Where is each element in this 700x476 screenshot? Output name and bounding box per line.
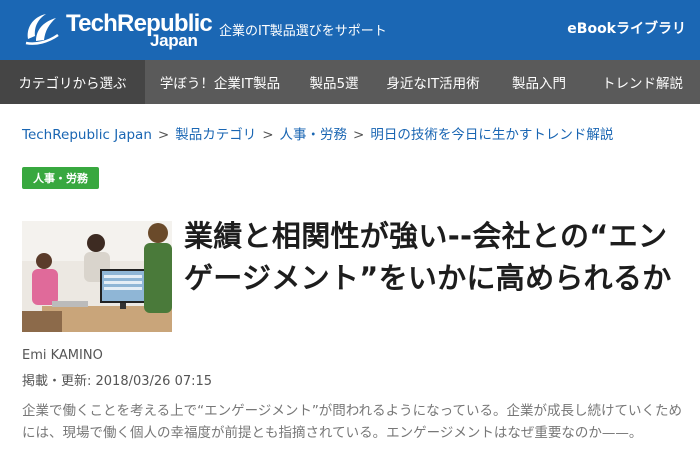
nav-item-learn[interactable]: 学ぼう！企業IT製品 <box>145 60 295 104</box>
logo-subtext: Japan <box>150 31 198 50</box>
site-logo[interactable]: TechRepublic Japan <box>22 9 213 51</box>
breadcrumb-separator: > <box>262 127 274 143</box>
nav-item-trends[interactable]: トレンド解説 <box>585 60 700 104</box>
nav-item-categories[interactable]: カテゴリから選ぶ <box>0 60 145 104</box>
main-nav: カテゴリから選ぶ 学ぼう！企業IT製品 製品5選 身近なIT活用術 製品入門 ト… <box>0 60 700 104</box>
article-date: 掲載・更新: 2018/03/26 07:15 <box>22 374 213 389</box>
breadcrumb-item-home[interactable]: TechRepublic Japan <box>22 127 152 143</box>
breadcrumb-item-categories[interactable]: 製品カテゴリ <box>175 127 256 143</box>
article-title[interactable]: 業績と相関性が強い--会社との“エンゲージメント”をいかに高められるか <box>184 215 684 299</box>
article-lead: 企業で働くことを考える上で“エンゲージメント”が問われるようになっている。企業が… <box>22 403 682 441</box>
ebook-library-link[interactable]: eBookライブラリ <box>567 18 686 38</box>
breadcrumb-separator: > <box>353 127 365 143</box>
breadcrumb-item-trends[interactable]: 明日の技術を今日に生かすトレンド解説 <box>370 127 613 143</box>
nav-item-it-tips[interactable]: 身近なIT活用術 <box>373 60 493 104</box>
nav-item-intro[interactable]: 製品入門 <box>493 60 585 104</box>
article-thumbnail <box>22 221 172 332</box>
logo-swoosh-icon <box>25 14 59 45</box>
article-author[interactable]: Emi KAMINO <box>22 348 103 363</box>
office-photo-image <box>22 221 172 332</box>
breadcrumb-separator: > <box>157 127 170 143</box>
breadcrumb-item-hr[interactable]: 人事・労務 <box>280 127 348 143</box>
category-badge[interactable]: 人事・労務 <box>22 167 99 189</box>
site-tagline: 企業のIT製品選びをサポート <box>219 24 387 39</box>
nav-item-top5[interactable]: 製品5選 <box>295 60 373 104</box>
site-header: TechRepublic Japan 企業のIT製品選びをサポート eBookラ… <box>0 0 700 60</box>
breadcrumb: TechRepublic Japan > 製品カテゴリ > 人事・労務 > 明日の技術を今日… <box>22 123 613 143</box>
